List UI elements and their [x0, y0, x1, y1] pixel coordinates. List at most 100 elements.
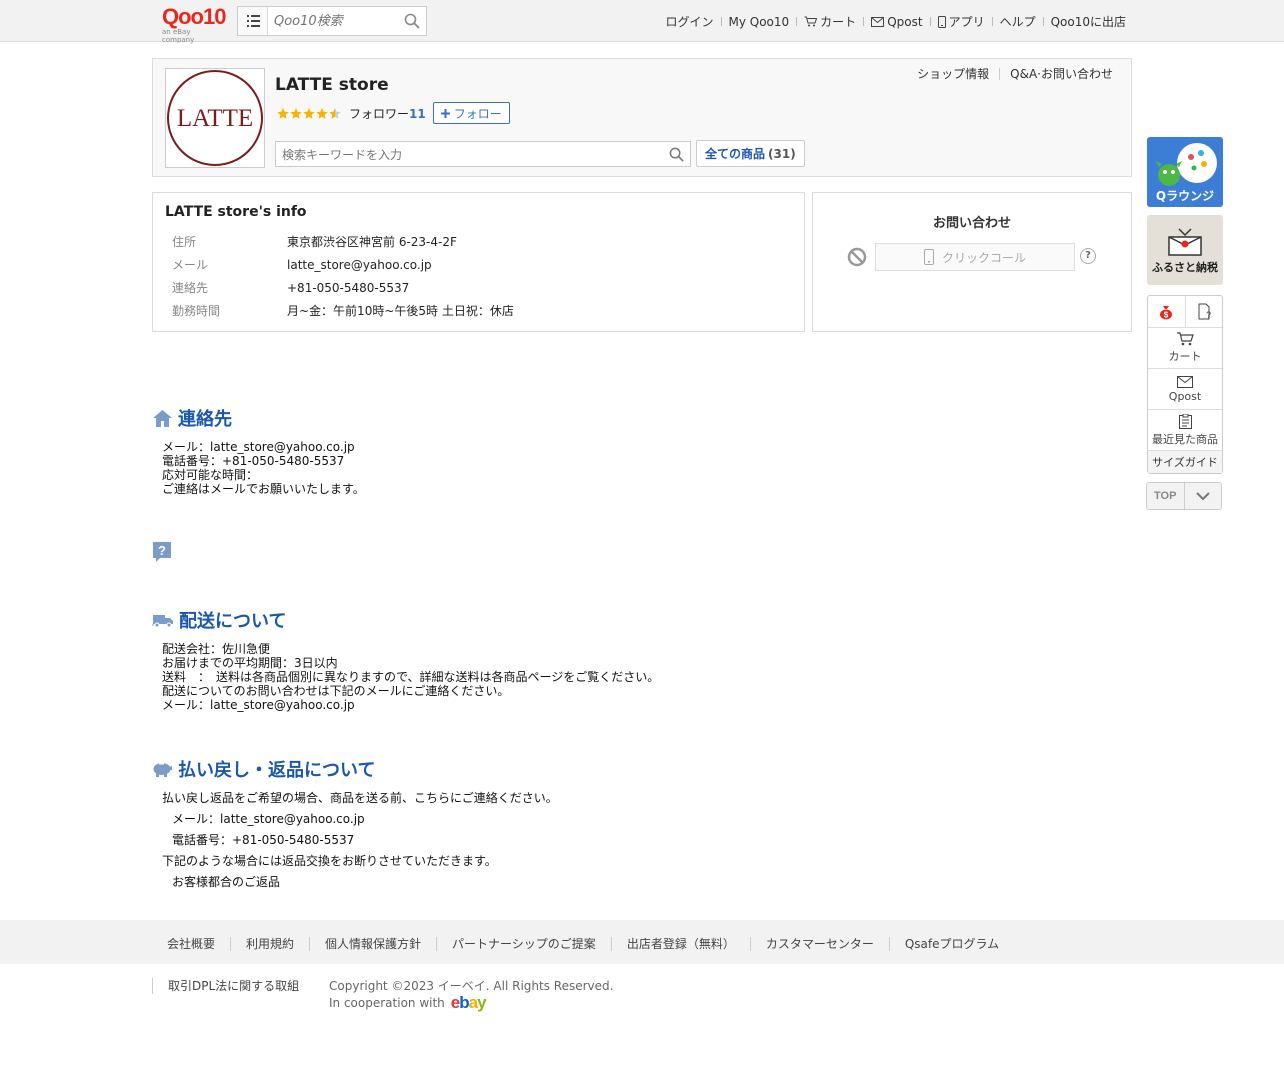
logo-text: Qoo10	[162, 4, 226, 29]
shop-name: LATTE store	[275, 75, 389, 95]
logo-subtext: an eBay company	[162, 28, 195, 44]
info-row-email: メール latte_store@yahoo.co.jp	[172, 257, 432, 273]
truck-icon	[152, 615, 173, 628]
q-lounge-mascot-icon	[1156, 143, 1217, 186]
qpost-link[interactable]: Qpost	[871, 15, 923, 29]
refund-section-body: 払い戻し返品をご希望の場合、商品を送る前、こちらにご連絡ください。 メール：la…	[162, 791, 558, 889]
search-icon[interactable]	[669, 147, 684, 162]
click-call-button[interactable]: クリックコール	[875, 243, 1075, 271]
footer-links-bar: 会社概要 利用規約 個人情報保護方針 パートナーシップのご提案 出店者登録（無料…	[0, 920, 1284, 964]
shop-links: ショップ情報 Q&A·お問い合わせ	[917, 65, 1113, 82]
ebay-logo: ebay	[450, 993, 487, 1012]
footer-link-seller-registration[interactable]: 出店者登録（無料）	[612, 935, 750, 952]
search-icon[interactable]	[404, 13, 420, 29]
furusato-label: ふるさと納税	[1152, 261, 1218, 274]
top-nav: ログイン My Qoo10 カート Qpost アプリ ヘルプ Qoo10に出店	[665, 13, 1126, 30]
global-search-input[interactable]	[274, 11, 394, 31]
quick-menu: $ ? カート Qpost 最近見た商品 サイズガイド	[1147, 295, 1223, 474]
piggy-bank-icon	[153, 762, 172, 777]
svg-text:?: ?	[1206, 310, 1211, 320]
all-products-button[interactable]: 全ての商品 (31)	[696, 140, 805, 167]
contact-section-title: 連絡先	[152, 405, 232, 431]
money-bag-icon: $	[1160, 305, 1173, 319]
gift-box-icon	[1168, 228, 1202, 256]
shipping-section-body: 配送会社：佐川急便 お届けまでの平均期間：3日以内 送料 ： 送料は各商品個別に…	[162, 642, 660, 712]
size-guide-button[interactable]: サイズガイド	[1148, 451, 1222, 473]
footer-link-qsafe[interactable]: Qsafeプログラム	[890, 935, 1014, 952]
rating-star	[329, 107, 341, 119]
contact-section-body: メール：latte_store@yahoo.co.jp 電話番号：+81-050…	[162, 440, 365, 496]
mail-icon	[871, 16, 885, 27]
global-search	[237, 6, 427, 36]
scroll-top-button[interactable]: TOP	[1147, 483, 1184, 509]
q-lounge-banner[interactable]: Qラウンジ	[1147, 137, 1223, 207]
info-row-phone: 連絡先 +81-050-5480-5537	[172, 280, 410, 296]
follow-button[interactable]: フォロー	[432, 102, 510, 124]
rating-star	[316, 107, 328, 119]
refund-section-title: 払い戻し・返品について	[152, 756, 375, 782]
help-link[interactable]: ヘルプ	[1000, 13, 1036, 30]
furusato-tax-banner[interactable]: ふるさと納税	[1147, 215, 1223, 285]
rating-star	[303, 107, 315, 119]
footer-links: 会社概要 利用規約 個人情報保護方針 パートナーシップのご提案 出店者登録（無料…	[152, 935, 1014, 952]
shop-info-table: 住所 東京都渋谷区神宮前 6-23-4-2F メール latte_store@yah…	[172, 230, 514, 322]
home-icon	[153, 409, 172, 427]
shop-info-link[interactable]: ショップ情報	[917, 65, 989, 82]
login-link[interactable]: ログイン	[665, 13, 713, 30]
link-divider	[999, 67, 1001, 80]
rating-star	[277, 107, 289, 119]
nav-divider	[863, 17, 865, 26]
quick-recently-viewed-button[interactable]: 最近見た商品	[1148, 410, 1222, 451]
inquiry-quick-button[interactable]: ?	[1184, 296, 1223, 327]
app-link[interactable]: アプリ	[937, 13, 985, 30]
list-icon	[247, 15, 260, 27]
rating-stars	[277, 107, 341, 119]
rating-star	[290, 107, 302, 119]
unavailable-icon	[847, 247, 867, 267]
nav-divider	[929, 17, 931, 26]
cart-link[interactable]: カート	[804, 13, 856, 30]
my-qoo10-link[interactable]: My Qoo10	[729, 15, 790, 29]
qoo10-logo[interactable]: Qoo10 an eBay company	[162, 4, 226, 45]
footer-link-privacy[interactable]: 個人情報保護方針	[310, 935, 436, 952]
quick-cart-button[interactable]: カート	[1148, 328, 1222, 369]
shop-rating-row: フォロワー11 フォロー	[277, 102, 510, 124]
info-row-hours: 勤務時間 月~金：午前10時~午後5時 土日祝：休店	[172, 304, 514, 318]
inquiry-title: お問い合わせ	[932, 216, 1011, 231]
shop-info-title: LATTE store's info	[165, 204, 307, 220]
clipboard-icon	[1178, 413, 1192, 429]
footer-link-partnership[interactable]: パートナーシップのご提案	[437, 935, 611, 952]
document-question-icon: ?	[1198, 303, 1211, 320]
cart-icon	[804, 16, 818, 27]
help-icon[interactable]: ?	[1080, 248, 1096, 264]
chevron-down-icon	[1196, 491, 1210, 500]
open-shop-link[interactable]: Qoo10に出店	[1051, 13, 1126, 30]
shop-info-box: LATTE store's info 住所 東京都渋谷区神宮前 6-23-4-2F…	[152, 192, 805, 332]
footer-link-company[interactable]: 会社概要	[152, 935, 230, 952]
category-menu-button[interactable]	[238, 7, 268, 35]
scroll-down-button[interactable]	[1183, 483, 1222, 509]
mail-icon	[1177, 375, 1193, 388]
qa-section-icon: ?	[152, 541, 172, 566]
nav-divider	[796, 17, 798, 26]
mobile-icon	[937, 15, 946, 28]
nav-divider	[991, 17, 993, 26]
cart-icon	[1177, 332, 1194, 346]
quick-qpost-button[interactable]: Qpost	[1148, 369, 1222, 410]
shop-logo[interactable]: LATTE	[165, 68, 265, 168]
info-row-address: 住所 東京都渋谷区神宮前 6-23-4-2F	[172, 235, 457, 249]
shop-logo-text: LATTE	[177, 105, 253, 132]
qa-inquiry-link[interactable]: Q&A·お問い合わせ	[1010, 65, 1113, 82]
q-lounge-label: Qラウンジ	[1155, 189, 1215, 203]
footer-link-terms[interactable]: 利用規約	[231, 935, 309, 952]
latte-logo-image: LATTE	[167, 70, 263, 166]
shop-search-input[interactable]	[282, 146, 652, 163]
coupon-button[interactable]: $	[1148, 296, 1185, 327]
shop-header: LATTE LATTE store フォロワー11 フォロー ショップ情報 Q&…	[152, 58, 1132, 177]
footer-link-customer-center[interactable]: カスタマーセンター	[751, 935, 889, 952]
dpl-law-link[interactable]: 取引DPL法に関する取組	[152, 978, 299, 994]
quick-menu-top-row: $ ?	[1148, 296, 1222, 328]
shop-search	[275, 141, 691, 167]
follower-count: フォロワー11	[349, 106, 426, 121]
nav-divider	[1042, 17, 1044, 26]
